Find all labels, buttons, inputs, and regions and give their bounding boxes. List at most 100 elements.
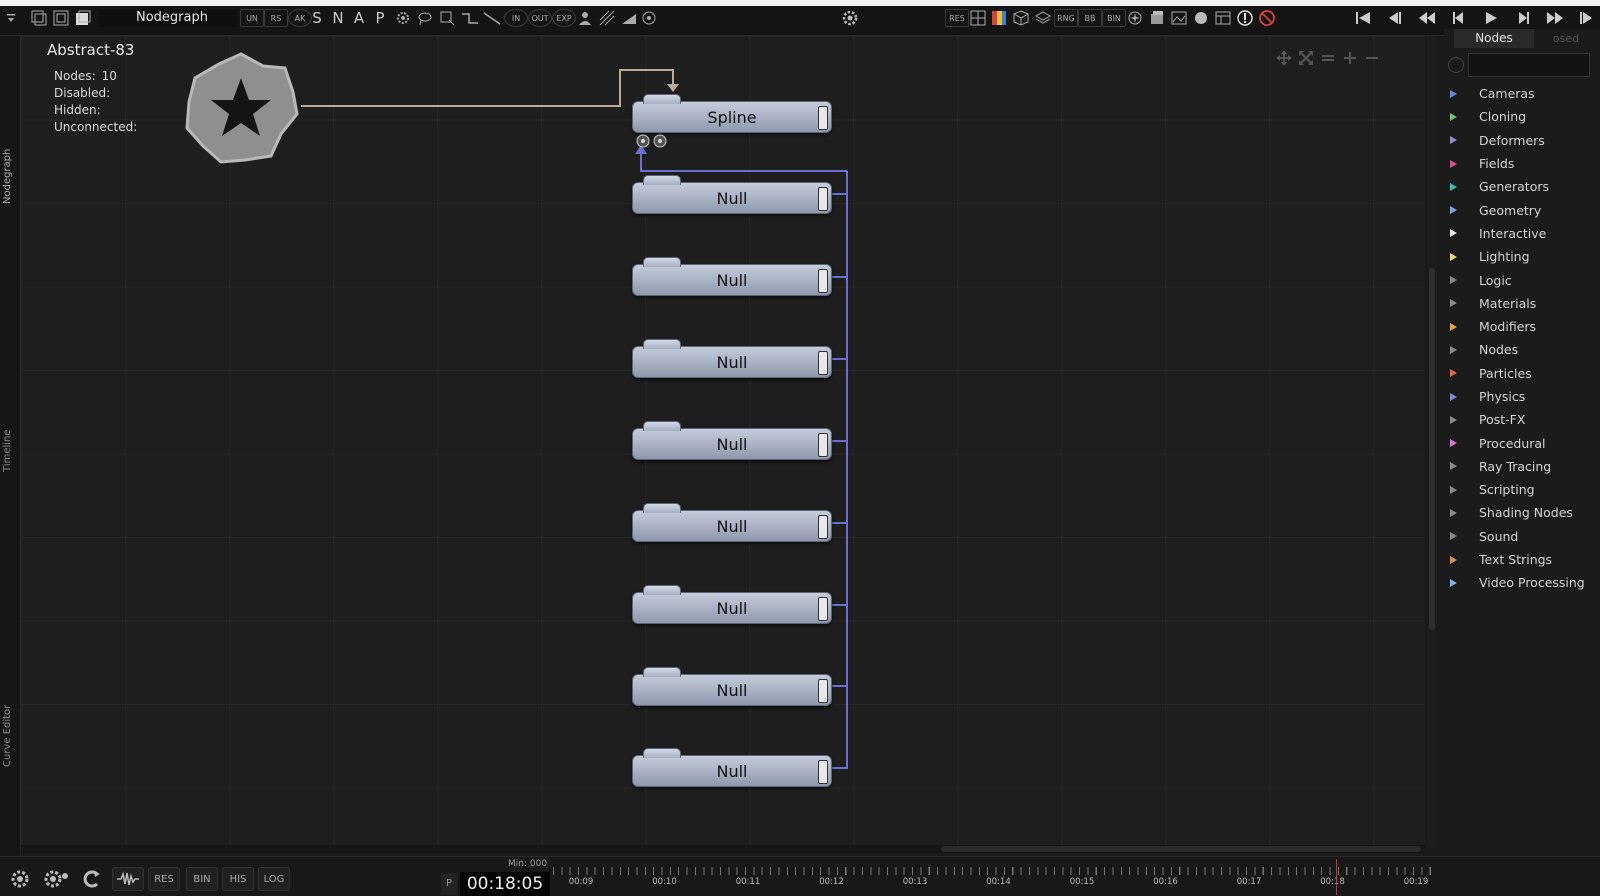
category-deformers[interactable]: Deformers [1444, 129, 1600, 152]
bin-button[interactable]: BIN [186, 867, 218, 891]
menu-icon[interactable] [4, 9, 18, 27]
node-null[interactable]: Null [632, 257, 832, 296]
linear-curve-icon[interactable] [482, 9, 502, 27]
ramp-icon[interactable] [620, 9, 638, 27]
reset-zoom-icon[interactable] [1319, 49, 1337, 71]
spline-input-ports[interactable] [635, 133, 671, 153]
history-button[interactable]: HIS [222, 867, 254, 891]
category-video-processing[interactable]: Video Processing [1444, 571, 1600, 594]
node-null[interactable]: Null [632, 339, 832, 378]
canvas-vertical-scrollbar[interactable] [1427, 36, 1437, 848]
expand-arrow-icon[interactable] [1450, 136, 1457, 145]
category-particles[interactable]: Particles [1444, 362, 1600, 385]
redo-button[interactable]: RS [264, 9, 288, 27]
expand-arrow-icon[interactable] [1450, 322, 1457, 331]
split-icon[interactable] [52, 9, 70, 27]
step-back-icon[interactable] [1448, 9, 1470, 27]
expand-arrow-icon[interactable] [1450, 532, 1457, 541]
color-bars-icon[interactable] [990, 9, 1008, 27]
category-interactive[interactable]: Interactive [1444, 222, 1600, 245]
expand-arrow-icon[interactable] [1450, 159, 1457, 168]
preferences-gear-icon[interactable] [840, 9, 860, 27]
category-cloning[interactable]: Cloning [1444, 105, 1600, 128]
node-output-port[interactable] [818, 187, 828, 211]
node-null[interactable]: Null [632, 667, 832, 706]
current-time-display[interactable]: 00:18:05 [460, 872, 550, 896]
expand-arrow-icon[interactable] [1450, 439, 1457, 448]
play-icon[interactable] [1480, 9, 1502, 27]
expand-arrow-icon[interactable] [1450, 252, 1457, 261]
warning-icon[interactable] [1236, 9, 1254, 27]
res-button[interactable]: RES [945, 9, 969, 27]
person-icon[interactable] [576, 9, 594, 27]
sphere-icon[interactable] [1192, 9, 1210, 27]
lasso-icon[interactable] [416, 9, 434, 27]
export-button[interactable]: EXP [552, 9, 576, 27]
tab-secondary[interactable]: osed [1536, 29, 1596, 48]
step-forward-icon[interactable] [1512, 9, 1534, 27]
bb-button[interactable]: BB [1078, 9, 1102, 27]
tab-curve-editor[interactable]: Curve Editor [2, 686, 16, 786]
next-key-icon[interactable] [1576, 9, 1596, 27]
search-toggle-icon[interactable] [1448, 57, 1464, 73]
category-fields[interactable]: Fields [1444, 152, 1600, 175]
node-output-port[interactable] [818, 679, 828, 703]
step-curve-icon[interactable] [460, 9, 480, 27]
node-output-port[interactable] [818, 597, 828, 621]
snap-s-button[interactable]: S [307, 9, 327, 27]
rng-button[interactable]: RNG [1054, 9, 1078, 27]
expand-arrow-icon[interactable] [1450, 182, 1457, 191]
node-output-port[interactable] [818, 106, 828, 130]
go-to-start-icon[interactable] [1352, 9, 1374, 27]
settings-gear-icon[interactable] [5, 867, 35, 891]
nodegraph-canvas[interactable]: Abstract-83 Nodes: 10 Disabled: Hidden: U… [21, 36, 1425, 848]
expand-arrow-icon[interactable] [1450, 508, 1457, 517]
category-shading-nodes[interactable]: Shading Nodes [1444, 501, 1600, 524]
layers-icon[interactable] [1034, 9, 1052, 27]
timeline-ruler[interactable]: 00:09 00:10 00:11 00:12 00:13 00:14 00:15 00:16… [553, 857, 1438, 895]
scene-root-gear-icon[interactable] [181, 50, 301, 170]
expand-arrow-icon[interactable] [1450, 555, 1457, 564]
gear-options-icon[interactable] [40, 867, 72, 891]
expand-arrow-icon[interactable] [1450, 462, 1457, 471]
sparkle-icon[interactable] [1126, 9, 1144, 27]
rewind-icon[interactable] [1416, 9, 1438, 27]
node-output-port[interactable] [818, 433, 828, 457]
node-null[interactable]: Null [632, 421, 832, 460]
node-null[interactable]: Null [632, 503, 832, 542]
node-output-port[interactable] [818, 515, 828, 539]
tab-timeline[interactable]: Timeline [2, 416, 16, 486]
expand-arrow-icon[interactable] [1450, 229, 1457, 238]
grid-icon[interactable] [969, 9, 987, 27]
fast-forward-icon[interactable] [1544, 9, 1566, 27]
record-icon[interactable] [640, 9, 658, 27]
bin-button[interactable]: BIN [1102, 9, 1126, 27]
settings-gear-icon[interactable] [394, 9, 412, 27]
image-icon[interactable] [1170, 9, 1188, 27]
category-sound[interactable]: Sound [1444, 525, 1600, 548]
hatch-icon[interactable] [598, 9, 616, 27]
in-button[interactable]: IN [504, 9, 528, 27]
node-output-port[interactable] [818, 760, 828, 784]
node-spline[interactable]: Spline [632, 94, 832, 133]
node-output-port[interactable] [818, 351, 828, 375]
category-lighting[interactable]: Lighting [1444, 245, 1600, 268]
cube-icon[interactable] [1012, 9, 1030, 27]
node-null[interactable]: Null [632, 585, 832, 624]
category-geometry[interactable]: Geometry [1444, 198, 1600, 221]
category-post-fx[interactable]: Post-FX [1444, 408, 1600, 431]
log-button[interactable]: LOG [258, 867, 290, 891]
node-null[interactable]: Null [632, 748, 832, 787]
canvas-horizontal-scrollbar[interactable] [21, 845, 1425, 853]
snap-a-button[interactable]: A [349, 9, 369, 27]
expand-arrow-icon[interactable] [1450, 485, 1457, 494]
pan-icon[interactable] [1275, 49, 1293, 71]
zoom-out-icon[interactable] [1363, 49, 1381, 71]
fit-view-icon[interactable] [1297, 49, 1315, 71]
category-nodes[interactable]: Nodes [1444, 338, 1600, 361]
category-text-strings[interactable]: Text Strings [1444, 548, 1600, 571]
category-ray-tracing[interactable]: Ray Tracing [1444, 455, 1600, 478]
res-button[interactable]: RES [148, 867, 180, 891]
category-scripting[interactable]: Scripting [1444, 478, 1600, 501]
expand-arrow-icon[interactable] [1450, 276, 1457, 285]
